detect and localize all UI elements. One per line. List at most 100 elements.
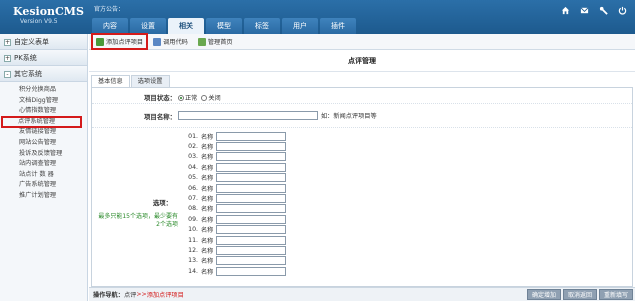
- tab-settings[interactable]: 设置: [130, 18, 166, 34]
- tab-basic-info[interactable]: 基本信息: [91, 75, 130, 87]
- tab-model[interactable]: 模型: [206, 18, 242, 34]
- option-input[interactable]: [216, 183, 287, 193]
- add-review-item-button[interactable]: 添加点评项目: [90, 33, 149, 50]
- option-name-label: 名称: [201, 154, 214, 162]
- sidebar-item-feedback[interactable]: 投诉及反馈管理: [0, 149, 87, 160]
- status-label: 项目状态：: [144, 94, 176, 102]
- sidebar-item-points[interactable]: 积分兑换商品: [0, 85, 87, 96]
- options-label: 选项：: [152, 199, 172, 207]
- option-input[interactable]: [216, 152, 287, 162]
- sidebar-item-counter[interactable]: 站点计 数 器: [0, 170, 87, 181]
- status-options: 正常 关闭: [178, 93, 221, 102]
- call-code-button[interactable]: 调用代码: [150, 35, 191, 48]
- option-input[interactable]: [216, 173, 287, 183]
- call-code-label: 调用代码: [163, 39, 188, 46]
- sidebar-item-announce[interactable]: 网站公告管理: [0, 138, 87, 149]
- option-name-label: 名称: [201, 216, 214, 224]
- project-name-input[interactable]: [178, 111, 318, 120]
- main-nav-tabs: 内容 设置 相关 模型 标签 用户 插件: [92, 18, 358, 34]
- cancel-return-button[interactable]: 取消返回: [562, 289, 597, 300]
- option-input[interactable]: [216, 194, 287, 204]
- option-name-label: 名称: [201, 164, 214, 172]
- nav-label: 操作导航：: [93, 292, 124, 299]
- version-label: Version V9.5: [20, 18, 58, 25]
- tab-tags[interactable]: 标签: [244, 18, 280, 34]
- option-name-label: 名称: [201, 227, 214, 235]
- tab-option-settings[interactable]: 选项设置: [130, 75, 170, 87]
- tab-plugins[interactable]: 插件: [320, 18, 356, 34]
- status-normal-label: 正常: [185, 95, 198, 102]
- option-input[interactable]: [216, 214, 287, 224]
- code-icon: [153, 37, 162, 46]
- option-row: 01. 名称: [176, 131, 287, 141]
- power-icon[interactable]: [618, 6, 627, 15]
- option-input[interactable]: [216, 245, 287, 255]
- sidebar-item-promotion[interactable]: 推广计划管理: [0, 191, 87, 202]
- option-number: 09.: [188, 215, 198, 223]
- form-tabs: 基本信息 选项设置: [91, 75, 171, 87]
- name-field-wrap: 如：新闻点评项目等: [178, 111, 377, 120]
- add-review-item-label: 添加点评项目: [106, 39, 144, 46]
- breadcrumb-current: 添加点评项目: [146, 292, 184, 299]
- option-name-label: 名称: [201, 175, 214, 183]
- status-normal-radio[interactable]: [178, 94, 184, 101]
- status-closed-radio[interactable]: [201, 94, 208, 101]
- sidebar-item-review[interactable]: 点评系统管理: [1, 115, 82, 129]
- manage-home-button[interactable]: 管理首页: [195, 35, 236, 48]
- option-row: 08. 名称: [176, 204, 287, 214]
- option-name-label: 名称: [201, 206, 214, 214]
- option-name-label: 名称: [201, 185, 214, 193]
- logo: KesionCMS: [13, 5, 84, 18]
- option-input[interactable]: [216, 204, 287, 214]
- form-panel: 项目状态： 正常 关闭 项目名称： 如：新闻点评项目等 选项： 最多只能15个选…: [91, 87, 633, 287]
- sidebar-section-pk[interactable]: + PK系统: [0, 50, 87, 66]
- option-input[interactable]: [216, 266, 287, 276]
- tab-content[interactable]: 内容: [92, 18, 128, 34]
- option-row: 05. 名称: [176, 173, 287, 183]
- sidebar-section-label: PK系统: [14, 54, 37, 62]
- header-icons: [561, 6, 627, 15]
- footer-buttons: 确定增加 取消返回 重新填写: [526, 289, 633, 300]
- option-name-label: 名称: [201, 268, 214, 276]
- option-number: 01.: [188, 132, 198, 140]
- option-input[interactable]: [216, 256, 287, 266]
- option-number: 08.: [188, 205, 198, 213]
- option-row: 11. 名称: [176, 235, 287, 245]
- tab-users[interactable]: 用户: [282, 18, 318, 34]
- option-row: 12. 名称: [176, 245, 287, 255]
- confirm-add-button[interactable]: 确定增加: [526, 289, 561, 300]
- tools-icon[interactable]: [599, 6, 608, 15]
- breadcrumb-root[interactable]: 点评: [124, 290, 136, 299]
- home-icon[interactable]: [561, 6, 570, 15]
- sidebar-item-digg[interactable]: 文档Digg管理: [0, 96, 87, 107]
- sidebar-item-mood[interactable]: 心情指数管理: [0, 106, 87, 117]
- tab-related[interactable]: 相关: [168, 18, 204, 34]
- option-input[interactable]: [216, 131, 287, 141]
- reset-button[interactable]: 重新填写: [598, 289, 633, 300]
- home-icon: [197, 37, 206, 46]
- sidebar: + 自定义表单 + PK系统 - 其它系统 积分兑换商品 文档Digg管理 心情指数管…: [0, 34, 88, 301]
- sidebar-item-survey[interactable]: 站内调查管理: [0, 159, 87, 170]
- mail-icon[interactable]: [580, 6, 589, 15]
- option-row: 04. 名称: [176, 162, 287, 172]
- option-row: 03. 名称: [176, 152, 287, 162]
- option-input[interactable]: [216, 225, 287, 235]
- option-input[interactable]: [216, 235, 287, 245]
- name-label: 项目名称：: [144, 113, 176, 121]
- top-header: KesionCMS Version V9.5 官方公告： 内容 设置 相关 模型…: [0, 0, 635, 34]
- option-row: 13. 名称: [176, 256, 287, 266]
- add-icon: [96, 37, 104, 46]
- notice-label: 官方公告：: [94, 6, 125, 13]
- sidebar-section-other[interactable]: - 其它系统: [0, 66, 87, 82]
- option-name-label: 名称: [201, 196, 214, 204]
- option-name-label: 名称: [201, 133, 214, 141]
- sidebar-section-forms[interactable]: + 自定义表单: [0, 34, 87, 50]
- option-number: 03.: [188, 153, 198, 161]
- sidebar-item-links[interactable]: 友情链接管理: [0, 127, 87, 138]
- option-number: 11.: [188, 236, 198, 244]
- option-input[interactable]: [216, 142, 287, 152]
- option-row: 07. 名称: [176, 193, 287, 204]
- option-input[interactable]: [216, 162, 287, 172]
- option-name-label: 名称: [201, 237, 214, 245]
- sidebar-item-ads[interactable]: 广告系统管理: [0, 180, 87, 191]
